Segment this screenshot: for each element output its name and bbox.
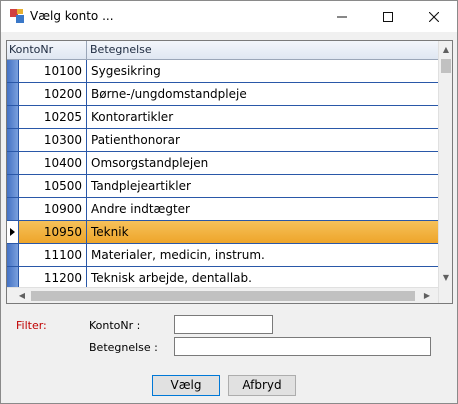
- horizontal-scroll-thumb[interactable]: [31, 291, 415, 301]
- account-grid[interactable]: KontoNr Betegnelse 10100 Sygesikring 10200…: [6, 40, 453, 304]
- table-row[interactable]: 10500 Tandplejeartikler: [7, 175, 438, 198]
- cell-kontonr[interactable]: 10400: [19, 152, 87, 174]
- grid-rows: 10100 Sygesikring 10200 Børne-/ungdomstandp…: [7, 60, 438, 290]
- vertical-scrollbar[interactable]: ▲ ▼: [438, 41, 452, 303]
- table-row[interactable]: 10900 Andre indtægter: [7, 198, 438, 221]
- window-title: Vælg konto ...: [30, 9, 114, 23]
- grid-header: KontoNr Betegnelse: [7, 41, 438, 60]
- row-selector[interactable]: [7, 106, 19, 128]
- row-selector[interactable]: [7, 152, 19, 174]
- cancel-button[interactable]: Afbryd: [228, 375, 296, 396]
- scroll-down-icon[interactable]: ▼: [439, 271, 452, 285]
- row-selector[interactable]: [7, 175, 19, 197]
- app-icon: [10, 9, 24, 23]
- betegnelse-input[interactable]: [174, 337, 431, 356]
- current-row-arrow-icon: [10, 228, 15, 236]
- row-selector[interactable]: [7, 244, 19, 266]
- kontonr-label: KontoNr :: [89, 319, 141, 332]
- scroll-right-icon[interactable]: ▶: [420, 288, 434, 303]
- cell-kontonr[interactable]: 10500: [19, 175, 87, 197]
- scroll-up-icon[interactable]: ▲: [439, 43, 452, 57]
- kontonr-input[interactable]: [174, 315, 273, 334]
- cell-kontonr[interactable]: 10100: [19, 60, 87, 82]
- cell-kontonr[interactable]: 10900: [19, 198, 87, 220]
- column-header-betegnelse[interactable]: Betegnelse: [87, 41, 438, 59]
- cell-betegnelse[interactable]: Materialer, medicin, instrum.: [88, 244, 438, 266]
- cell-betegnelse[interactable]: Omsorgstandplejen: [88, 152, 438, 174]
- row-selector[interactable]: [7, 267, 19, 289]
- cell-kontonr[interactable]: 10200: [19, 83, 87, 105]
- table-row[interactable]: 11100 Materialer, medicin, instrum.: [7, 244, 438, 267]
- table-row[interactable]: 10205 Kontorartikler: [7, 106, 438, 129]
- cell-betegnelse[interactable]: Børne-/ungdomstandpleje: [88, 83, 438, 105]
- row-selector[interactable]: [7, 60, 19, 82]
- cell-kontonr[interactable]: 10300: [19, 129, 87, 151]
- title-bar[interactable]: Vælg konto ...: [1, 1, 457, 32]
- cell-kontonr[interactable]: 10950: [19, 221, 87, 243]
- minimize-button[interactable]: [319, 1, 365, 32]
- row-selector[interactable]: [7, 83, 19, 105]
- table-row[interactable]: 10400 Omsorgstandplejen: [7, 152, 438, 175]
- column-header-kontonr[interactable]: KontoNr: [7, 41, 87, 59]
- cell-kontonr[interactable]: 11100: [19, 244, 87, 266]
- table-row[interactable]: 10950 Teknik: [7, 221, 438, 244]
- table-row[interactable]: 10300 Patienthonorar: [7, 129, 438, 152]
- close-icon: [429, 11, 439, 22]
- horizontal-scrollbar[interactable]: ◀ ▶: [7, 287, 438, 303]
- vertical-scroll-thumb[interactable]: [441, 59, 451, 73]
- table-row[interactable]: 10200 Børne-/ungdomstandpleje: [7, 83, 438, 106]
- cell-kontonr[interactable]: 11200: [19, 267, 87, 289]
- select-button[interactable]: Vælg: [152, 375, 220, 396]
- cell-kontonr[interactable]: 10205: [19, 106, 87, 128]
- cell-betegnelse[interactable]: Teknisk arbejde, dentallab.: [88, 267, 438, 289]
- close-button[interactable]: [411, 1, 457, 32]
- row-selector[interactable]: [7, 129, 19, 151]
- minimize-icon: [337, 16, 347, 17]
- filter-label: Filter:: [16, 319, 47, 332]
- row-selector[interactable]: [7, 221, 19, 243]
- cell-betegnelse[interactable]: Patienthonorar: [88, 129, 438, 151]
- cell-betegnelse[interactable]: Tandplejeartikler: [88, 175, 438, 197]
- cell-betegnelse[interactable]: Teknik: [88, 221, 438, 243]
- table-row[interactable]: 10100 Sygesikring: [7, 60, 438, 83]
- cell-betegnelse[interactable]: Andre indtægter: [88, 198, 438, 220]
- cell-betegnelse[interactable]: Kontorartikler: [88, 106, 438, 128]
- cell-betegnelse[interactable]: Sygesikring: [88, 60, 438, 82]
- scroll-left-icon[interactable]: ◀: [15, 288, 29, 303]
- row-selector[interactable]: [7, 198, 19, 220]
- betegnelse-label: Betegnelse :: [89, 341, 158, 354]
- maximize-button[interactable]: [365, 1, 411, 32]
- maximize-icon: [383, 11, 393, 22]
- dialog-window: Vælg konto ... KontoNr Betegnelse 10100 S…: [0, 0, 458, 404]
